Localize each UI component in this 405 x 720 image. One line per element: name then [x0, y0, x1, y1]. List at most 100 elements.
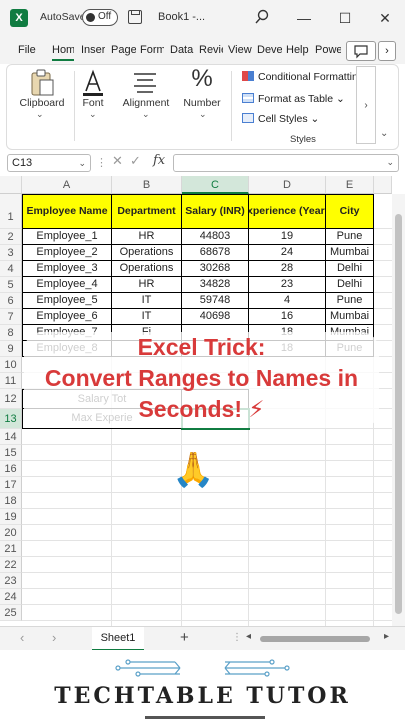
column-header-b[interactable]: B: [112, 176, 182, 194]
chevron-down-icon[interactable]: ⌄: [142, 109, 150, 120]
row-header[interactable]: 1: [0, 194, 22, 229]
table-header-cell[interactable]: Experience (Years): [249, 194, 326, 229]
maximize-icon[interactable]: ☐: [332, 6, 358, 30]
scroll-left-icon[interactable]: ◂: [246, 631, 251, 642]
row-header[interactable]: 25: [0, 605, 22, 621]
clipboard-label[interactable]: Clipboard: [17, 97, 67, 109]
table-cell[interactable]: Mumbai: [326, 309, 374, 325]
more-icon[interactable]: ⋮: [96, 156, 107, 169]
row-header[interactable]: 19: [0, 509, 22, 525]
insert-function-icon[interactable]: fx: [153, 153, 165, 168]
minimize-icon[interactable]: —: [291, 6, 317, 30]
prev-sheet-icon[interactable]: ‹: [20, 630, 24, 645]
row-header[interactable]: 4: [0, 261, 22, 277]
table-cell[interactable]: 44803: [182, 229, 249, 245]
table-cell[interactable]: 4: [249, 293, 326, 309]
cancel-icon[interactable]: ✕: [112, 153, 123, 169]
row-header[interactable]: 3: [0, 245, 22, 261]
name-box[interactable]: C13 ⌄: [7, 154, 91, 172]
menu-review[interactable]: Review: [199, 44, 223, 56]
menu-view[interactable]: View: [228, 44, 253, 56]
table-header-cell[interactable]: Salary (INR): [182, 194, 249, 229]
table-cell[interactable]: Employee_3: [22, 261, 112, 277]
table-cell[interactable]: 30268: [182, 261, 249, 277]
row-header[interactable]: 5: [0, 277, 22, 293]
table-cell[interactable]: Employee_6: [22, 309, 112, 325]
table-cell[interactable]: Employee_2: [22, 245, 112, 261]
table-cell[interactable]: IT: [112, 293, 182, 309]
table-cell[interactable]: 59748: [182, 293, 249, 309]
menu-help[interactable]: Help: [286, 44, 311, 56]
column-header-overflow[interactable]: [374, 176, 392, 194]
sheet-tab[interactable]: Sheet1: [92, 627, 144, 651]
row-header[interactable]: 14: [0, 429, 22, 445]
table-cell[interactable]: Mumbai: [326, 245, 374, 261]
table-cell[interactable]: Employee_1: [22, 229, 112, 245]
scroll-thumb[interactable]: [395, 214, 402, 614]
clipboard-icon[interactable]: [29, 69, 55, 97]
row-header[interactable]: 9: [0, 341, 22, 357]
row-header[interactable]: 8: [0, 325, 22, 341]
column-header-d[interactable]: D: [249, 176, 326, 194]
ribbon-scroll-right-icon[interactable]: ›: [356, 66, 376, 144]
table-header-cell[interactable]: Department: [112, 194, 182, 229]
format-as-table-button[interactable]: Format as Table ⌄: [242, 93, 345, 105]
row-header[interactable]: 22: [0, 557, 22, 573]
close-icon[interactable]: ✕: [372, 6, 398, 30]
table-cell[interactable]: 19: [249, 229, 326, 245]
table-cell[interactable]: Delhi: [326, 261, 374, 277]
comments-button[interactable]: [346, 41, 376, 61]
save-icon[interactable]: [128, 10, 142, 24]
enter-icon[interactable]: ✓: [130, 153, 141, 169]
table-cell[interactable]: 68678: [182, 245, 249, 261]
row-header[interactable]: 2: [0, 229, 22, 245]
vertical-scrollbar[interactable]: [392, 194, 405, 626]
table-cell[interactable]: 23: [249, 277, 326, 293]
column-header-e[interactable]: E: [326, 176, 374, 194]
more-icon[interactable]: ⋮: [232, 632, 242, 643]
table-cell[interactable]: 16: [249, 309, 326, 325]
chevron-down-icon[interactable]: ⌄: [78, 155, 86, 171]
table-cell[interactable]: IT: [112, 309, 182, 325]
ribbon-options-button[interactable]: ›: [378, 41, 396, 61]
table-cell[interactable]: Operations: [112, 261, 182, 277]
table-cell[interactable]: Pune: [326, 229, 374, 245]
table-header-cell[interactable]: Employee Name: [22, 194, 112, 229]
add-sheet-icon[interactable]: +: [180, 629, 189, 646]
ribbon-collapse-icon[interactable]: ⌄: [380, 128, 388, 139]
table-cell[interactable]: 28: [249, 261, 326, 277]
chevron-down-icon[interactable]: ⌄: [199, 109, 207, 120]
row-header[interactable]: 21: [0, 541, 22, 557]
table-cell[interactable]: HR: [112, 229, 182, 245]
row-header[interactable]: 17: [0, 477, 22, 493]
chevron-down-icon[interactable]: ⌄: [89, 109, 97, 120]
table-cell[interactable]: Operations: [112, 245, 182, 261]
chevron-down-icon[interactable]: ⌄: [386, 157, 394, 168]
conditional-formatting-button[interactable]: Conditional Formatting: [242, 71, 364, 83]
chevron-down-icon[interactable]: ⌄: [36, 109, 44, 120]
percent-icon[interactable]: %: [187, 65, 217, 93]
menu-file[interactable]: File: [18, 44, 36, 56]
number-label[interactable]: Number: [179, 97, 225, 109]
scroll-thumb[interactable]: [260, 636, 370, 642]
row-header[interactable]: 20: [0, 525, 22, 541]
table-cell[interactable]: 40698: [182, 309, 249, 325]
table-cell[interactable]: Employee_5: [22, 293, 112, 309]
row-header[interactable]: 12: [0, 389, 22, 409]
column-header-a[interactable]: A: [22, 176, 112, 194]
cell-styles-button[interactable]: Cell Styles ⌄: [242, 113, 319, 125]
table-cell[interactable]: Delhi: [326, 277, 374, 293]
menu-home[interactable]: Home: [52, 44, 74, 61]
scroll-right-icon[interactable]: ▸: [384, 631, 389, 642]
select-all-corner[interactable]: [0, 176, 22, 194]
menu-formulas[interactable]: Formulas: [140, 44, 164, 56]
table-cell[interactable]: 34828: [182, 277, 249, 293]
font-label[interactable]: Font: [73, 97, 113, 109]
row-header[interactable]: 18: [0, 493, 22, 509]
table-header-cell[interactable]: City: [326, 194, 374, 229]
row-header[interactable]: 13: [0, 409, 22, 429]
formula-input[interactable]: ⌄: [173, 154, 399, 172]
autosave-toggle[interactable]: Off: [82, 9, 118, 26]
table-cell[interactable]: Pune: [326, 293, 374, 309]
menu-data[interactable]: Data: [170, 44, 194, 56]
